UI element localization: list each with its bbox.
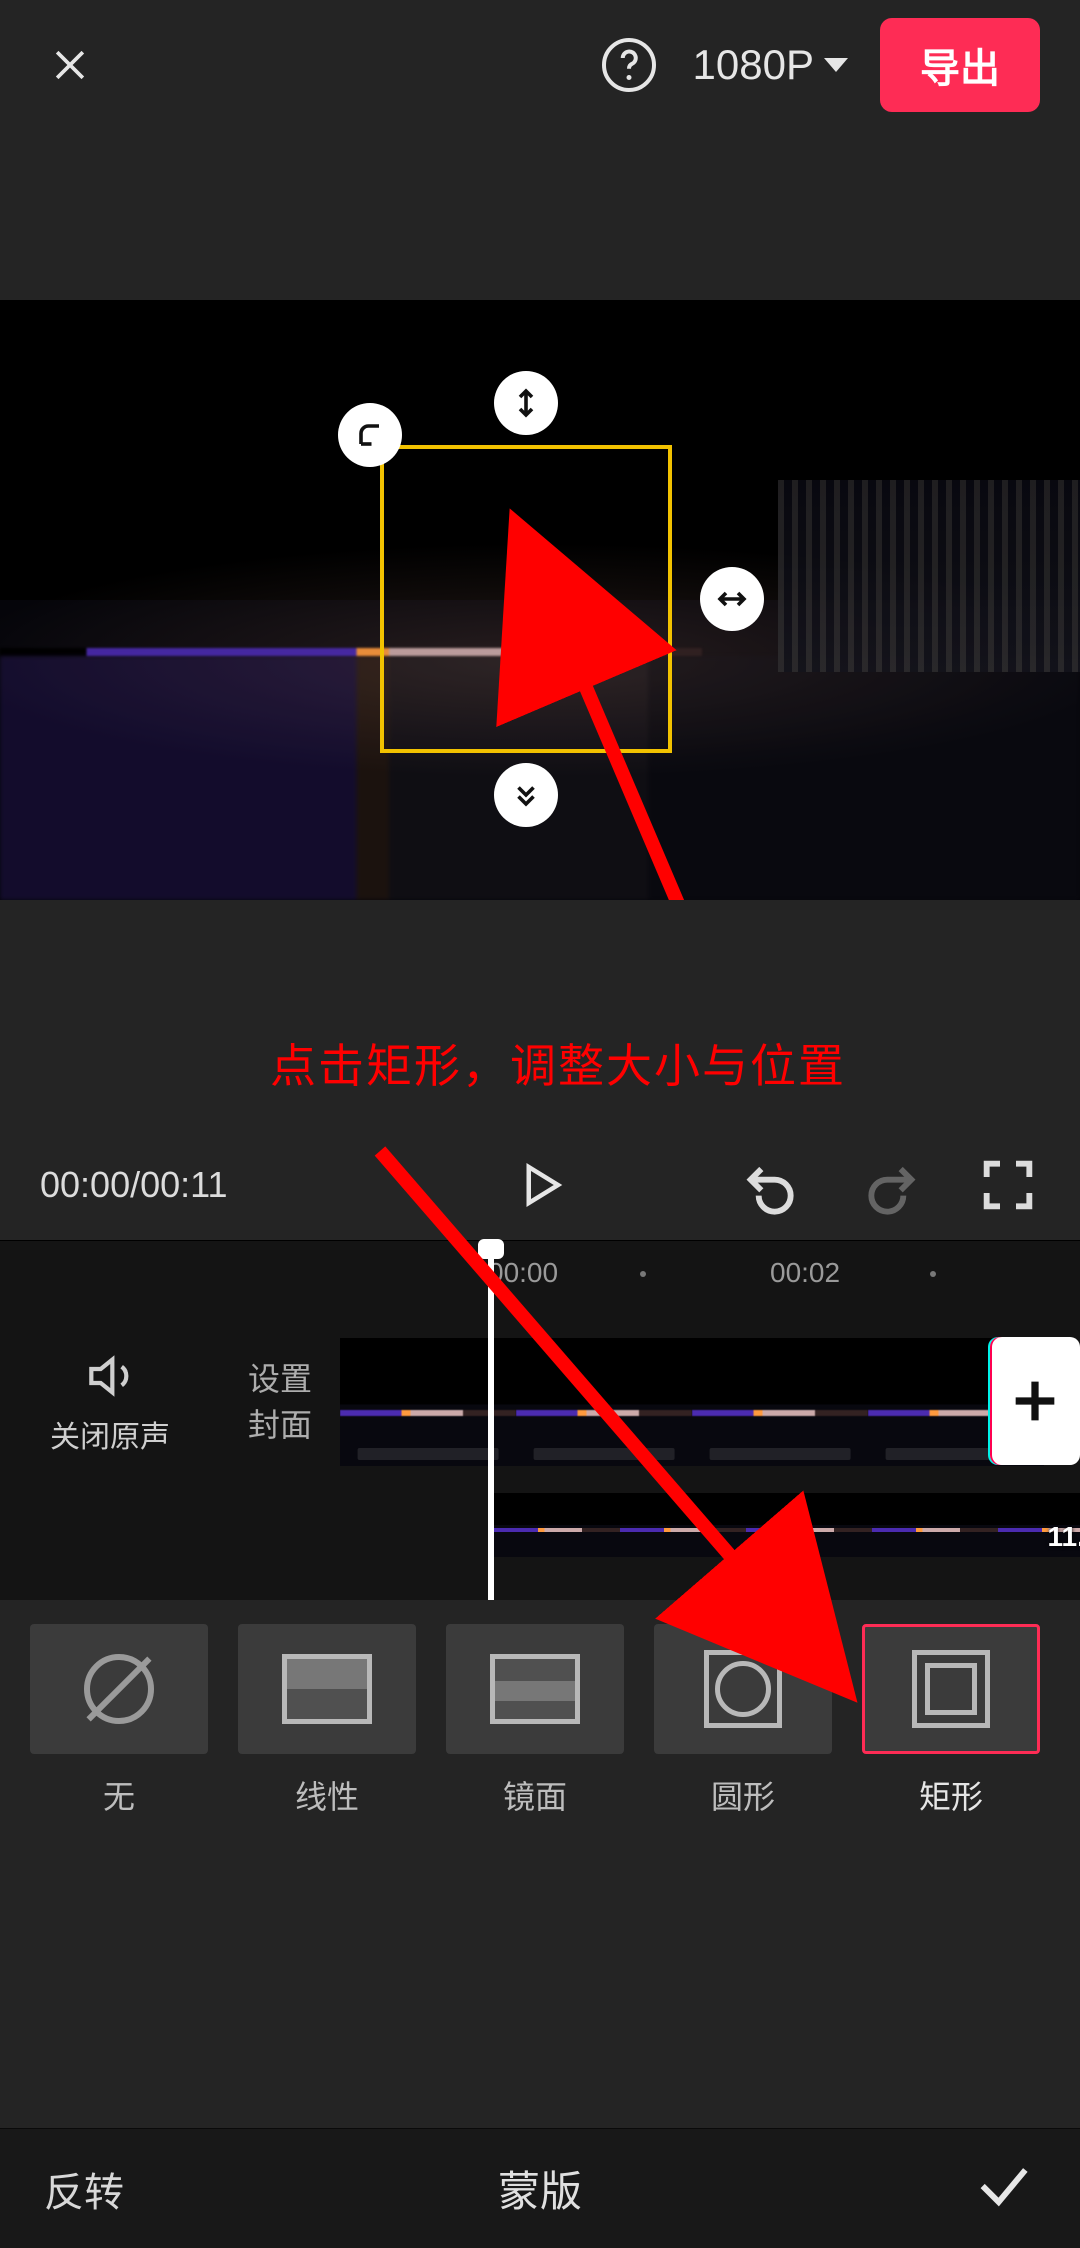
playhead[interactable]	[488, 1241, 494, 1600]
preview-city	[778, 480, 1080, 672]
cover-line1: 设置	[220, 1356, 340, 1402]
resolution-value: 1080P	[693, 41, 814, 89]
linear-icon	[282, 1654, 372, 1724]
check-icon	[972, 2154, 1036, 2218]
mute-button[interactable]: 关闭原声	[0, 1348, 220, 1456]
mask-height-handle[interactable]	[494, 371, 558, 435]
preview-canvas[interactable]	[0, 300, 1080, 900]
time-total: 00:11	[140, 1164, 227, 1206]
add-clip-button[interactable]	[990, 1337, 1080, 1465]
sub-clip-thumb	[494, 1493, 620, 1557]
ruler-mark-0: 00:00	[488, 1257, 558, 1289]
plus-icon	[1006, 1372, 1064, 1430]
mask-tile-linear	[238, 1624, 416, 1754]
sub-clip-duration: 11.3s	[1047, 1521, 1080, 1553]
mask-option-none[interactable]: 无	[30, 1624, 208, 1818]
header: 1080P 导出	[0, 0, 1080, 130]
play-button[interactable]	[513, 1158, 567, 1212]
export-button[interactable]: 导出	[880, 18, 1040, 112]
header-right: 1080P 导出	[597, 18, 1040, 112]
ruler-mark-2: 00:02	[770, 1257, 840, 1289]
redo-icon	[858, 1153, 922, 1217]
mask-label: 无	[103, 1772, 135, 1818]
fullscreen-icon	[976, 1153, 1040, 1217]
sub-track[interactable]: 11.3s	[488, 1493, 1080, 1557]
mask-tile-circle	[654, 1624, 832, 1754]
main-track: 关闭原声 设置 封面	[0, 1337, 1080, 1467]
timeline[interactable]: 00:00 00:02 关闭原声 设置 封面 11.	[0, 1240, 1080, 1600]
mirror-icon	[490, 1654, 580, 1724]
ruler-dot	[930, 1271, 936, 1277]
mask-option-circle[interactable]: 圆形	[654, 1624, 832, 1818]
timeline-ruler: 00:00 00:02	[0, 1241, 1080, 1295]
rounded-corner-icon	[352, 417, 388, 453]
mask-option-linear[interactable]: 线性	[238, 1624, 416, 1818]
ruler-dot	[640, 1271, 646, 1277]
help-button[interactable]	[597, 33, 661, 97]
mask-width-handle[interactable]	[700, 567, 764, 631]
arrows-horizontal-icon	[714, 581, 750, 617]
sub-clip-strip[interactable]: 11.3s	[494, 1493, 1080, 1557]
clip-thumb	[692, 1338, 868, 1466]
mask-options: 无 线性 镜面 圆形 矩形	[0, 1600, 1080, 1850]
mask-option-mirror[interactable]: 镜面	[446, 1624, 624, 1818]
fullscreen-button[interactable]	[976, 1153, 1040, 1217]
invert-button[interactable]: 反转	[44, 2160, 124, 2218]
main-clip-strip[interactable]	[340, 1338, 1080, 1466]
annotation-band: 点击矩形，调整大小与位置	[0, 900, 1080, 1130]
mask-tile-rect	[862, 1624, 1040, 1754]
close-button[interactable]	[40, 35, 100, 95]
speaker-icon	[82, 1348, 138, 1404]
playback-bar: 00:00/00:11	[0, 1130, 1080, 1240]
undo-icon	[740, 1153, 804, 1217]
chevron-down-icon	[824, 58, 848, 72]
clip-thumb	[516, 1338, 692, 1466]
mask-label: 圆形	[711, 1772, 775, 1818]
panel-title: 蒙版	[498, 2158, 582, 2219]
resolution-selector[interactable]: 1080P	[689, 33, 852, 97]
chevrons-down-icon	[508, 777, 544, 813]
mask-label: 矩形	[919, 1772, 983, 1818]
mask-tile-none	[30, 1624, 208, 1754]
cover-line2: 封面	[220, 1402, 340, 1448]
mask-tile-mirror	[446, 1624, 624, 1754]
mask-rectangle[interactable]	[380, 445, 672, 753]
annotation-text: 点击矩形，调整大小与位置	[270, 1030, 846, 1096]
mask-option-rect[interactable]: 矩形	[862, 1624, 1040, 1818]
close-icon	[48, 43, 92, 87]
sub-clip-thumb	[872, 1493, 998, 1557]
arrows-vertical-icon	[508, 385, 544, 421]
mask-label: 线性	[295, 1772, 359, 1818]
mask-center-handle[interactable]	[509, 582, 543, 616]
undo-button[interactable]	[740, 1153, 804, 1217]
play-icon	[513, 1158, 567, 1212]
mask-corner-radius-handle[interactable]	[338, 403, 402, 467]
bottom-bar: 反转 蒙版	[0, 2128, 1080, 2248]
none-icon	[84, 1654, 154, 1724]
sub-clip-thumb	[746, 1493, 872, 1557]
mute-label: 关闭原声	[0, 1412, 220, 1456]
help-icon	[599, 35, 659, 95]
circle-icon	[704, 1650, 782, 1728]
sub-clip-thumb	[620, 1493, 746, 1557]
spacer-top	[0, 130, 1080, 300]
confirm-button[interactable]	[972, 2154, 1036, 2223]
set-cover-button[interactable]: 设置 封面	[220, 1356, 340, 1448]
time-current: 00:00	[40, 1164, 130, 1206]
mask-feather-handle[interactable]	[494, 763, 558, 827]
rect-icon	[912, 1650, 990, 1728]
playback-right-controls	[740, 1153, 1040, 1217]
mask-label: 镜面	[503, 1772, 567, 1818]
redo-button[interactable]	[858, 1153, 922, 1217]
